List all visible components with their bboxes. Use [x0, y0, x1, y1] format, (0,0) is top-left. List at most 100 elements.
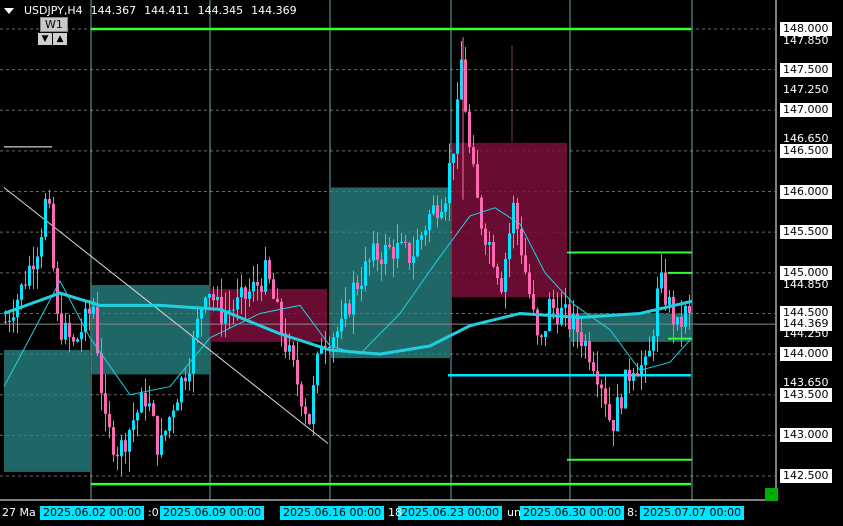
timeframe-button[interactable]: W1: [40, 17, 68, 32]
low-price: 144.345: [197, 4, 244, 17]
bear-candle: [664, 272, 667, 305]
bear-candle: [24, 284, 27, 286]
bull-candle: [92, 306, 95, 314]
bull-candle: [180, 377, 183, 403]
bull-candle: [8, 320, 11, 322]
bull-candle: [232, 309, 235, 311]
high-price: 144.411: [144, 4, 190, 17]
bear-candle: [408, 242, 411, 263]
arrow-up-icon[interactable]: ▲: [53, 33, 67, 45]
bear-candle: [104, 393, 107, 414]
bear-candle: [680, 316, 683, 327]
bear-candle: [620, 397, 623, 409]
bear-candle: [256, 281, 259, 286]
bear-candle: [52, 203, 55, 269]
bull-candle: [400, 241, 403, 244]
bear-candle: [356, 282, 359, 289]
price-axis-label: 147.000: [780, 103, 832, 118]
price-axis-label: 146.000: [780, 184, 832, 199]
time-axis-fragment: 18: [388, 506, 402, 519]
bear-candle: [272, 279, 275, 299]
bull-candle: [120, 440, 123, 457]
bear-candle: [532, 294, 535, 310]
bear-candle: [472, 147, 475, 165]
bull-candle: [172, 410, 175, 418]
bull-candle: [28, 265, 31, 286]
price-axis-label: 144.850: [783, 278, 829, 291]
bear-candle: [260, 285, 263, 292]
bear-candle: [392, 246, 395, 259]
bull-candle: [684, 306, 687, 327]
bull-candle: [428, 213, 431, 231]
bear-candle: [60, 313, 63, 340]
close-price: 144.369: [251, 4, 297, 17]
bull-candle: [216, 296, 219, 301]
bear-candle: [628, 369, 631, 381]
bear-candle: [48, 198, 51, 204]
bull-candle: [368, 260, 371, 262]
bear-candle: [348, 303, 351, 315]
bear-candle: [268, 260, 271, 280]
time-axis-label: 2025.06.23 00:00: [398, 506, 503, 520]
bull-candle: [288, 345, 291, 352]
bull-candle: [504, 259, 507, 292]
bull-candle: [396, 243, 399, 259]
bear-candle: [88, 308, 91, 314]
time-axis-label: 2025.06.02 00:00: [40, 506, 145, 520]
bear-candle: [108, 413, 111, 428]
bear-candle: [380, 259, 383, 265]
bull-candle: [452, 153, 455, 164]
price-axis-label: 142.500: [780, 469, 832, 483]
bear-candle: [468, 111, 471, 148]
scroll-minus-button[interactable]: -: [765, 488, 778, 501]
zone-demand: [4, 350, 90, 472]
bear-candle: [72, 336, 75, 342]
bear-candle: [484, 228, 487, 245]
bear-candle: [592, 362, 595, 372]
bull-candle: [488, 242, 491, 245]
time-axis-fragment: :0: [148, 506, 159, 519]
bull-candle: [340, 318, 343, 332]
bull-candle: [264, 260, 267, 292]
bull-candle: [360, 285, 363, 289]
time-axis-fragment: 27 Ma: [2, 506, 36, 519]
bull-candle: [236, 297, 239, 310]
bear-candle: [688, 306, 691, 314]
bear-candle: [540, 335, 543, 338]
bull-candle: [160, 435, 163, 455]
collapse-triangle-icon[interactable]: [4, 7, 14, 14]
bull-candle: [448, 163, 451, 204]
arrow-down-icon[interactable]: ▼: [38, 33, 52, 45]
bull-candle: [188, 373, 191, 382]
bull-candle: [444, 203, 447, 212]
bear-candle: [388, 244, 391, 247]
bear-candle: [604, 388, 607, 405]
bear-candle: [528, 272, 531, 295]
bear-candle: [612, 420, 615, 432]
bull-candle: [76, 339, 79, 342]
bear-candle: [376, 243, 379, 260]
bear-candle: [608, 404, 611, 421]
bull-candle: [456, 99, 459, 154]
bull-candle: [148, 403, 151, 407]
bull-candle: [624, 369, 627, 409]
bull-candle: [352, 282, 355, 315]
bear-candle: [524, 255, 527, 273]
bull-candle: [136, 412, 139, 421]
price-chart[interactable]: [0, 0, 843, 526]
bear-candle: [600, 384, 603, 389]
bear-candle: [500, 278, 503, 292]
bull-candle: [248, 291, 251, 299]
bull-candle: [64, 322, 67, 340]
time-axis-fragment: 8:: [627, 506, 638, 519]
symbol-label: USDJPY,H4: [24, 4, 83, 17]
bear-candle: [296, 360, 299, 385]
zone-supply: [210, 289, 327, 342]
bear-candle: [404, 241, 407, 243]
bull-candle: [656, 288, 659, 337]
bull-candle: [140, 392, 143, 413]
bull-candle: [660, 272, 663, 289]
price-axis-label: 144.000: [780, 347, 832, 362]
bull-candle: [168, 417, 171, 431]
bull-candle: [196, 318, 199, 338]
